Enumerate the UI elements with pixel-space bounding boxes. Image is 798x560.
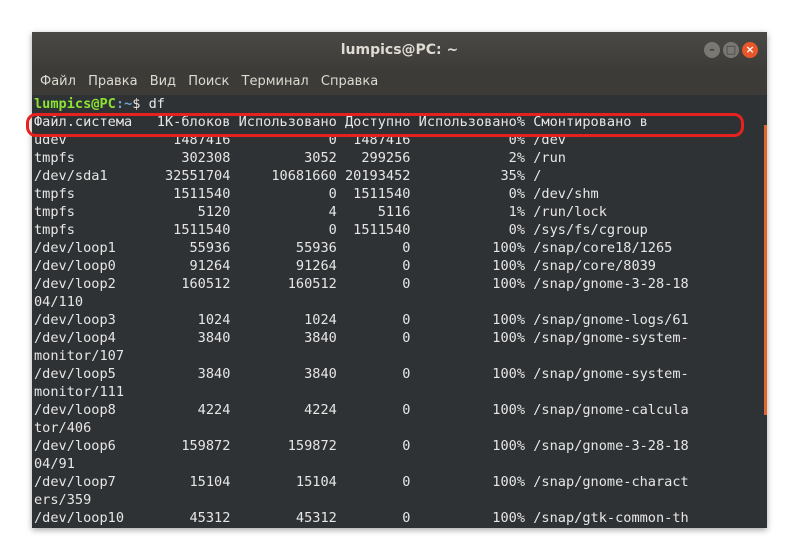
maximize-icon[interactable]: □ [723, 42, 739, 58]
output-line: tor/406 [34, 420, 92, 436]
output-line: /dev/loop2 160512 160512 0 100% /snap/gn… [34, 276, 689, 292]
menu-search[interactable]: Поиск [184, 69, 233, 95]
terminal-output[interactable]: lumpics@PC:~$ df Файл.система 1К-блоков … [32, 95, 767, 528]
close-icon[interactable]: × [742, 42, 758, 58]
menu-terminal[interactable]: Терминал [238, 69, 313, 95]
output-line: /dev/loop3 1024 1024 0 100% /snap/gnome-… [34, 312, 689, 328]
output-line: /dev/loop4 3840 3840 0 100% /snap/gnome-… [34, 330, 689, 346]
title-bar[interactable]: lumpics@PC: ~ – □ × [32, 32, 767, 69]
output-line: tmpfs 302308 3052 299256 2% /run [34, 150, 566, 166]
menu-bar: Файл Правка Вид Поиск Терминал Справка [32, 69, 767, 95]
menu-view[interactable]: Вид [146, 69, 180, 95]
output-line: tmpfs 1511540 0 1511540 0% /dev/shm [34, 186, 599, 202]
prompt-path: :~ [115, 96, 133, 112]
output-line: 04/91 [34, 456, 75, 472]
output-line: /dev/loop6 159872 159872 0 100% /snap/gn… [34, 438, 689, 454]
output-line: /dev/loop5 3840 3840 0 100% /snap/gnome-… [34, 366, 689, 382]
header-highlight-frame [26, 113, 744, 137]
menu-file[interactable]: Файл [36, 69, 80, 95]
output-line: /dev/loop10 45312 45312 0 100% /snap/gtk… [34, 510, 689, 526]
output-line: /dev/loop8 4224 4224 0 100% /snap/gnome-… [34, 402, 689, 418]
output-line: /dev/loop0 91264 91264 0 100% /snap/core… [34, 258, 656, 274]
minimize-icon[interactable]: – [704, 42, 720, 58]
menu-help[interactable]: Справка [317, 69, 382, 95]
output-line: /dev/sda1 32551704 10681660 20193452 35%… [34, 168, 542, 184]
output-line: ers/359 [34, 492, 92, 508]
terminal-window: lumpics@PC: ~ – □ × Файл Правка Вид Поис… [32, 32, 767, 528]
prompt-symbol: $ [132, 96, 149, 112]
output-line: monitor/111 [34, 384, 125, 400]
output-line: tmpfs 5120 4 5116 1% /run/lock [34, 204, 607, 220]
output-line: /dev/loop1 55936 55936 0 100% /snap/core… [34, 240, 673, 256]
prompt-line: lumpics@PC:~$ df [34, 95, 165, 113]
window-title: lumpics@PC: ~ [340, 42, 459, 58]
output-line: monitor/107 [34, 348, 125, 364]
scrollbar-thumb[interactable] [764, 125, 767, 415]
command-text: df [148, 96, 165, 112]
prompt-user: lumpics@PC [34, 96, 116, 112]
output-line: tmpfs 1511540 0 1511540 0% /sys/fs/cgrou… [34, 222, 648, 238]
menu-edit[interactable]: Правка [84, 69, 141, 95]
output-line: 04/110 [34, 294, 84, 310]
output-line: /dev/loop7 15104 15104 0 100% /snap/gnom… [34, 474, 689, 490]
scrollbar[interactable] [763, 95, 767, 528]
